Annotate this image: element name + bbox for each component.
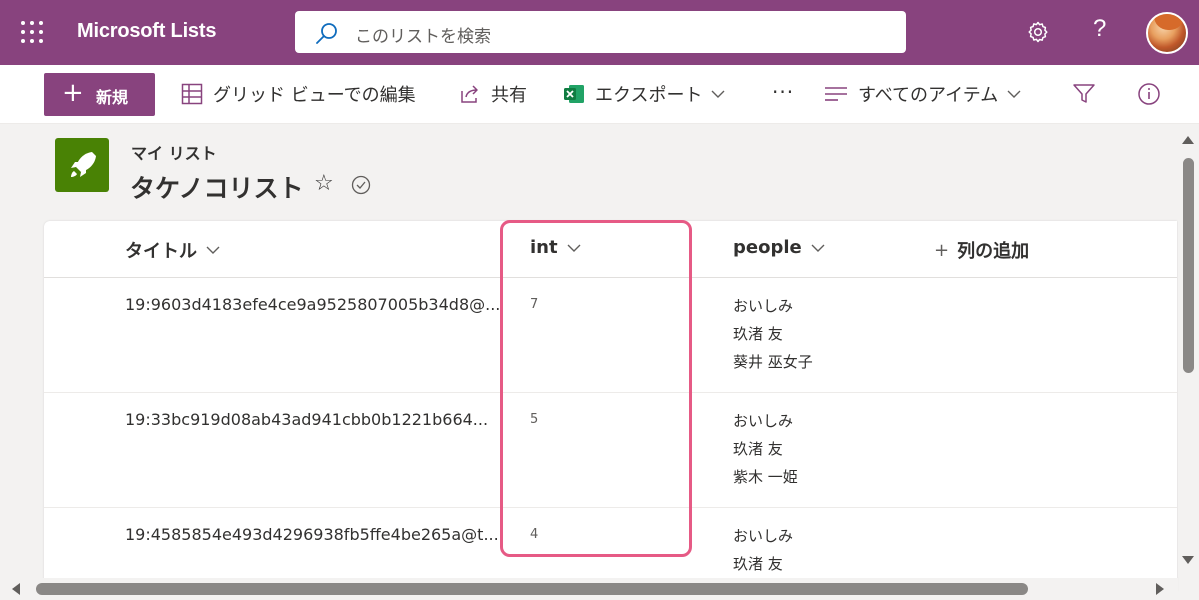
- plus-icon: +: [62, 78, 84, 108]
- person-name[interactable]: 玖渚 友: [733, 550, 793, 578]
- info-icon: [1138, 83, 1160, 105]
- person-name[interactable]: おいしみ: [733, 522, 793, 550]
- list-title: タケノコリスト: [130, 174, 304, 203]
- cell-title[interactable]: 19:33bc919d08ab43ad941cbb0b1221b664...: [125, 410, 505, 429]
- app-title[interactable]: Microsoft Lists: [77, 20, 216, 43]
- breadcrumb[interactable]: マイ リスト: [131, 140, 217, 164]
- column-header-title[interactable]: タイトル: [125, 237, 221, 263]
- chevron-down-icon: [810, 240, 826, 256]
- export-button[interactable]: エクスポート: [563, 80, 726, 108]
- cell-title[interactable]: 19:4585854e493d4296938fb5ffe4be265a@t...: [125, 525, 505, 544]
- filter-icon: [1073, 84, 1095, 103]
- excel-icon: [563, 83, 585, 105]
- add-column-button[interactable]: + 列の追加: [934, 237, 1029, 263]
- cell-people: おいしみ 玖渚 友 葵井 巫女子: [733, 292, 813, 376]
- grid-icon: [181, 83, 203, 105]
- share-label: 共有: [491, 85, 527, 106]
- favorite-star-icon[interactable]: ☆: [314, 171, 334, 196]
- column-people-label: people: [733, 237, 802, 258]
- person-name[interactable]: 紫木 一姫: [733, 463, 798, 491]
- chevron-down-icon: [1006, 86, 1022, 102]
- user-avatar[interactable]: [1146, 12, 1188, 54]
- scroll-right-arrow-icon[interactable]: [1156, 583, 1164, 595]
- horizontal-scrollbar[interactable]: [0, 578, 1178, 600]
- grid-edit-button[interactable]: グリッド ビューでの編集: [181, 80, 416, 108]
- person-name[interactable]: おいしみ: [733, 292, 813, 320]
- filter-button[interactable]: [1072, 80, 1096, 108]
- app-launcher-icon[interactable]: [21, 21, 43, 43]
- cell-people: おいしみ 玖渚 友: [733, 522, 793, 578]
- grid-edit-label: グリッド ビューでの編集: [213, 85, 416, 106]
- view-lines-icon: [824, 83, 848, 105]
- chevron-down-icon: [205, 242, 221, 258]
- horizontal-scroll-thumb[interactable]: [36, 583, 1028, 595]
- cell-title[interactable]: 19:9603d4183efe4ce9a9525807005b34d8@...: [125, 295, 505, 314]
- column-header-people[interactable]: people: [733, 237, 826, 258]
- cell-people: おいしみ 玖渚 友 紫木 一姫: [733, 407, 798, 491]
- person-name[interactable]: おいしみ: [733, 407, 798, 435]
- help-icon[interactable]: ?: [1093, 15, 1106, 43]
- scroll-down-arrow-icon[interactable]: [1182, 556, 1194, 564]
- more-options-button[interactable]: ···: [772, 78, 794, 106]
- share-button[interactable]: 共有: [459, 80, 527, 108]
- list-rocket-icon: [55, 138, 109, 192]
- person-name[interactable]: 玖渚 友: [733, 320, 813, 348]
- new-item-button[interactable]: + 新規: [44, 73, 155, 116]
- column-title-label: タイトル: [125, 241, 197, 262]
- export-label: エクスポート: [595, 85, 703, 106]
- person-name[interactable]: 玖渚 友: [733, 435, 798, 463]
- search-box[interactable]: このリストを検索: [295, 11, 906, 53]
- chevron-down-icon: [710, 86, 726, 102]
- person-name[interactable]: 葵井 巫女子: [733, 348, 813, 376]
- scroll-left-arrow-icon[interactable]: [12, 583, 20, 595]
- search-icon: [316, 23, 337, 44]
- scroll-up-arrow-icon[interactable]: [1182, 136, 1194, 144]
- view-label: すべてのアイテム: [858, 85, 999, 106]
- top-bar: Microsoft Lists このリストを検索 ?: [0, 0, 1199, 65]
- view-selector-button[interactable]: すべてのアイテム: [824, 80, 1022, 108]
- plus-icon: +: [934, 239, 950, 261]
- vertical-scrollbar[interactable]: [1178, 124, 1199, 577]
- int-column-highlight: [500, 220, 692, 557]
- vertical-scroll-thumb[interactable]: [1183, 158, 1194, 373]
- settings-gear-icon[interactable]: [1026, 20, 1050, 44]
- new-item-label: 新規: [96, 88, 129, 107]
- command-bar: + 新規 グリッド ビューでの編集 共有 エクスポート ··· すべてのアイテム: [0, 65, 1199, 124]
- add-column-label: 列の追加: [957, 241, 1030, 262]
- search-placeholder: このリストを検索: [355, 27, 491, 47]
- share-icon: [459, 83, 481, 105]
- follow-check-icon[interactable]: [351, 175, 371, 195]
- info-button[interactable]: [1137, 80, 1161, 108]
